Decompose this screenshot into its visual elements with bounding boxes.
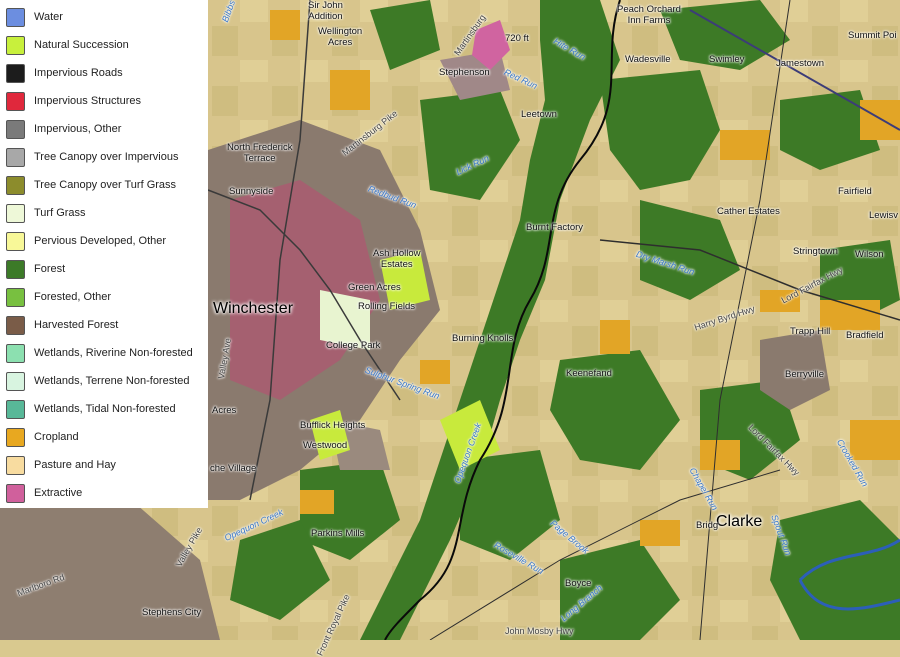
place-label-che-village: che Village (210, 463, 257, 474)
place-label-summit-point: Summit Poi (848, 30, 897, 41)
legend-label: Forested, Other (34, 291, 112, 303)
legend-item: Harvested Forest (6, 314, 118, 336)
place-label-rolling-fields: Rolling Fields (358, 301, 416, 312)
place-label-boyce: Boyce (565, 578, 592, 589)
legend-label: Tree Canopy over Turf Grass (34, 179, 177, 191)
legend-label: Harvested Forest (34, 319, 119, 331)
legend-label: Wetlands, Terrene Non-forested (34, 375, 190, 387)
place-label-lewisville: Lewisv (869, 210, 899, 221)
legend-swatch (6, 399, 25, 419)
legend-label: Pasture and Hay (34, 459, 116, 471)
place-label-wadesville: Wadesville (625, 54, 671, 65)
legend-swatch (6, 63, 25, 83)
place-label-stephenson: Stephenson (439, 67, 490, 78)
legend-swatch (6, 455, 25, 475)
place-label-westwood: Westwood (303, 440, 348, 451)
legend-swatch (6, 315, 25, 335)
legend-item: Pervious Developed, Other (6, 230, 166, 252)
legend-label: Turf Grass (34, 207, 86, 219)
place-label-peach-orchard: Peach Orchard Inn Farms (617, 4, 681, 26)
legend-swatch (6, 119, 25, 139)
legend-item: Water (6, 6, 63, 28)
place-label-wilson: Wilson (855, 249, 884, 260)
legend-label: Forest (34, 263, 66, 275)
legend-swatch (6, 483, 25, 503)
place-label-stringtown: Stringtown (793, 246, 838, 257)
legend-item: Forest (6, 258, 65, 280)
legend-swatch (6, 175, 25, 195)
legend-item: Wetlands, Riverine Non-forested (6, 342, 193, 364)
place-label-winchester: Winchester (213, 300, 294, 317)
place-label-jamestown: Jamestown (776, 58, 825, 69)
legend-item: Turf Grass (6, 202, 86, 224)
legend-label: Cropland (34, 431, 79, 443)
road-label-john-mosby-hwy: John Mosby Hwy (505, 626, 574, 636)
legend-item: Extractive (6, 482, 82, 504)
place-label-sir-john-addition: Sir John Addition (308, 0, 343, 22)
legend-item: Forested, Other (6, 286, 111, 308)
legend-item: Wetlands, Terrene Non-forested (6, 370, 190, 392)
legend-label: Pervious Developed, Other (34, 235, 167, 247)
legend-item: Impervious Structures (6, 90, 141, 112)
legend-item: Cropland (6, 426, 79, 448)
place-label-green-acres: Green Acres (348, 282, 401, 293)
legend-label: Impervious Structures (34, 95, 141, 107)
legend-item: Wetlands, Tidal Non-forested (6, 398, 176, 420)
legend-swatch (6, 427, 25, 447)
place-label-berryville: Berryville (785, 369, 825, 380)
legend-label: Wetlands, Tidal Non-forested (34, 403, 176, 415)
legend-swatch (6, 231, 25, 251)
legend-item: Tree Canopy over Impervious (6, 146, 179, 168)
place-label-leetown: Leetown (521, 109, 557, 120)
place-label-sunnyside: Sunnyside (229, 186, 274, 197)
place-label-stephens-city: Stephens City (142, 607, 202, 618)
legend-item: Natural Succession (6, 34, 129, 56)
place-label-swimley: Swimley (709, 54, 745, 65)
place-label-bradfield: Bradfield (846, 330, 884, 341)
place-label-clarke: Clarke (716, 513, 763, 530)
place-label-cather-estates: Cather Estates (717, 206, 780, 217)
legend-swatch (6, 147, 25, 167)
legend-swatch (6, 371, 25, 391)
place-label-keenefand: Keenefand (566, 368, 612, 379)
elevation-label: 720 ft (505, 33, 529, 44)
legend-label: Tree Canopy over Impervious (34, 151, 179, 163)
place-label-bridg: Bridg (696, 520, 719, 531)
place-label-acres: Acres (212, 405, 237, 416)
place-label-bufflick-heights: Bufflick Heights (300, 420, 366, 431)
legend-item: Impervious, Other (6, 118, 121, 140)
place-label-ash-hollow: Ash Hollow Estates (373, 248, 421, 270)
legend-swatch (6, 203, 25, 223)
legend-label: Impervious, Other (34, 123, 122, 135)
legend-label: Extractive (34, 487, 83, 499)
place-label-burnt-factory: Burnt Factory (526, 222, 584, 233)
legend-panel: Water Natural Succession Impervious Road… (0, 0, 208, 508)
legend-swatch (6, 259, 25, 279)
place-label-parkins-mills: Parkins Mills (311, 528, 365, 539)
place-label-burning-knolls: Burning Knolls (452, 333, 514, 344)
place-label-fairfield: Fairfield (838, 186, 872, 197)
legend-label: Wetlands, Riverine Non-forested (34, 347, 193, 359)
place-label-college-park: College Park (326, 340, 381, 351)
legend-swatch (6, 91, 25, 111)
legend-item: Pasture and Hay (6, 454, 116, 476)
place-label-wellington-acres: Wellington Acres (318, 26, 363, 48)
legend-item: Impervious Roads (6, 62, 123, 84)
legend-swatch (6, 287, 25, 307)
place-label-north-frederick: North Frederick Terrace (227, 142, 293, 164)
legend-label: Water (34, 11, 63, 23)
legend-label: Impervious Roads (34, 67, 123, 79)
legend-swatch (6, 7, 25, 27)
legend-label: Natural Succession (34, 39, 129, 51)
legend-swatch (6, 35, 25, 55)
place-label-trapp-hill: Trapp Hill (790, 326, 831, 337)
legend-swatch (6, 343, 25, 363)
legend-item: Tree Canopy over Turf Grass (6, 174, 176, 196)
